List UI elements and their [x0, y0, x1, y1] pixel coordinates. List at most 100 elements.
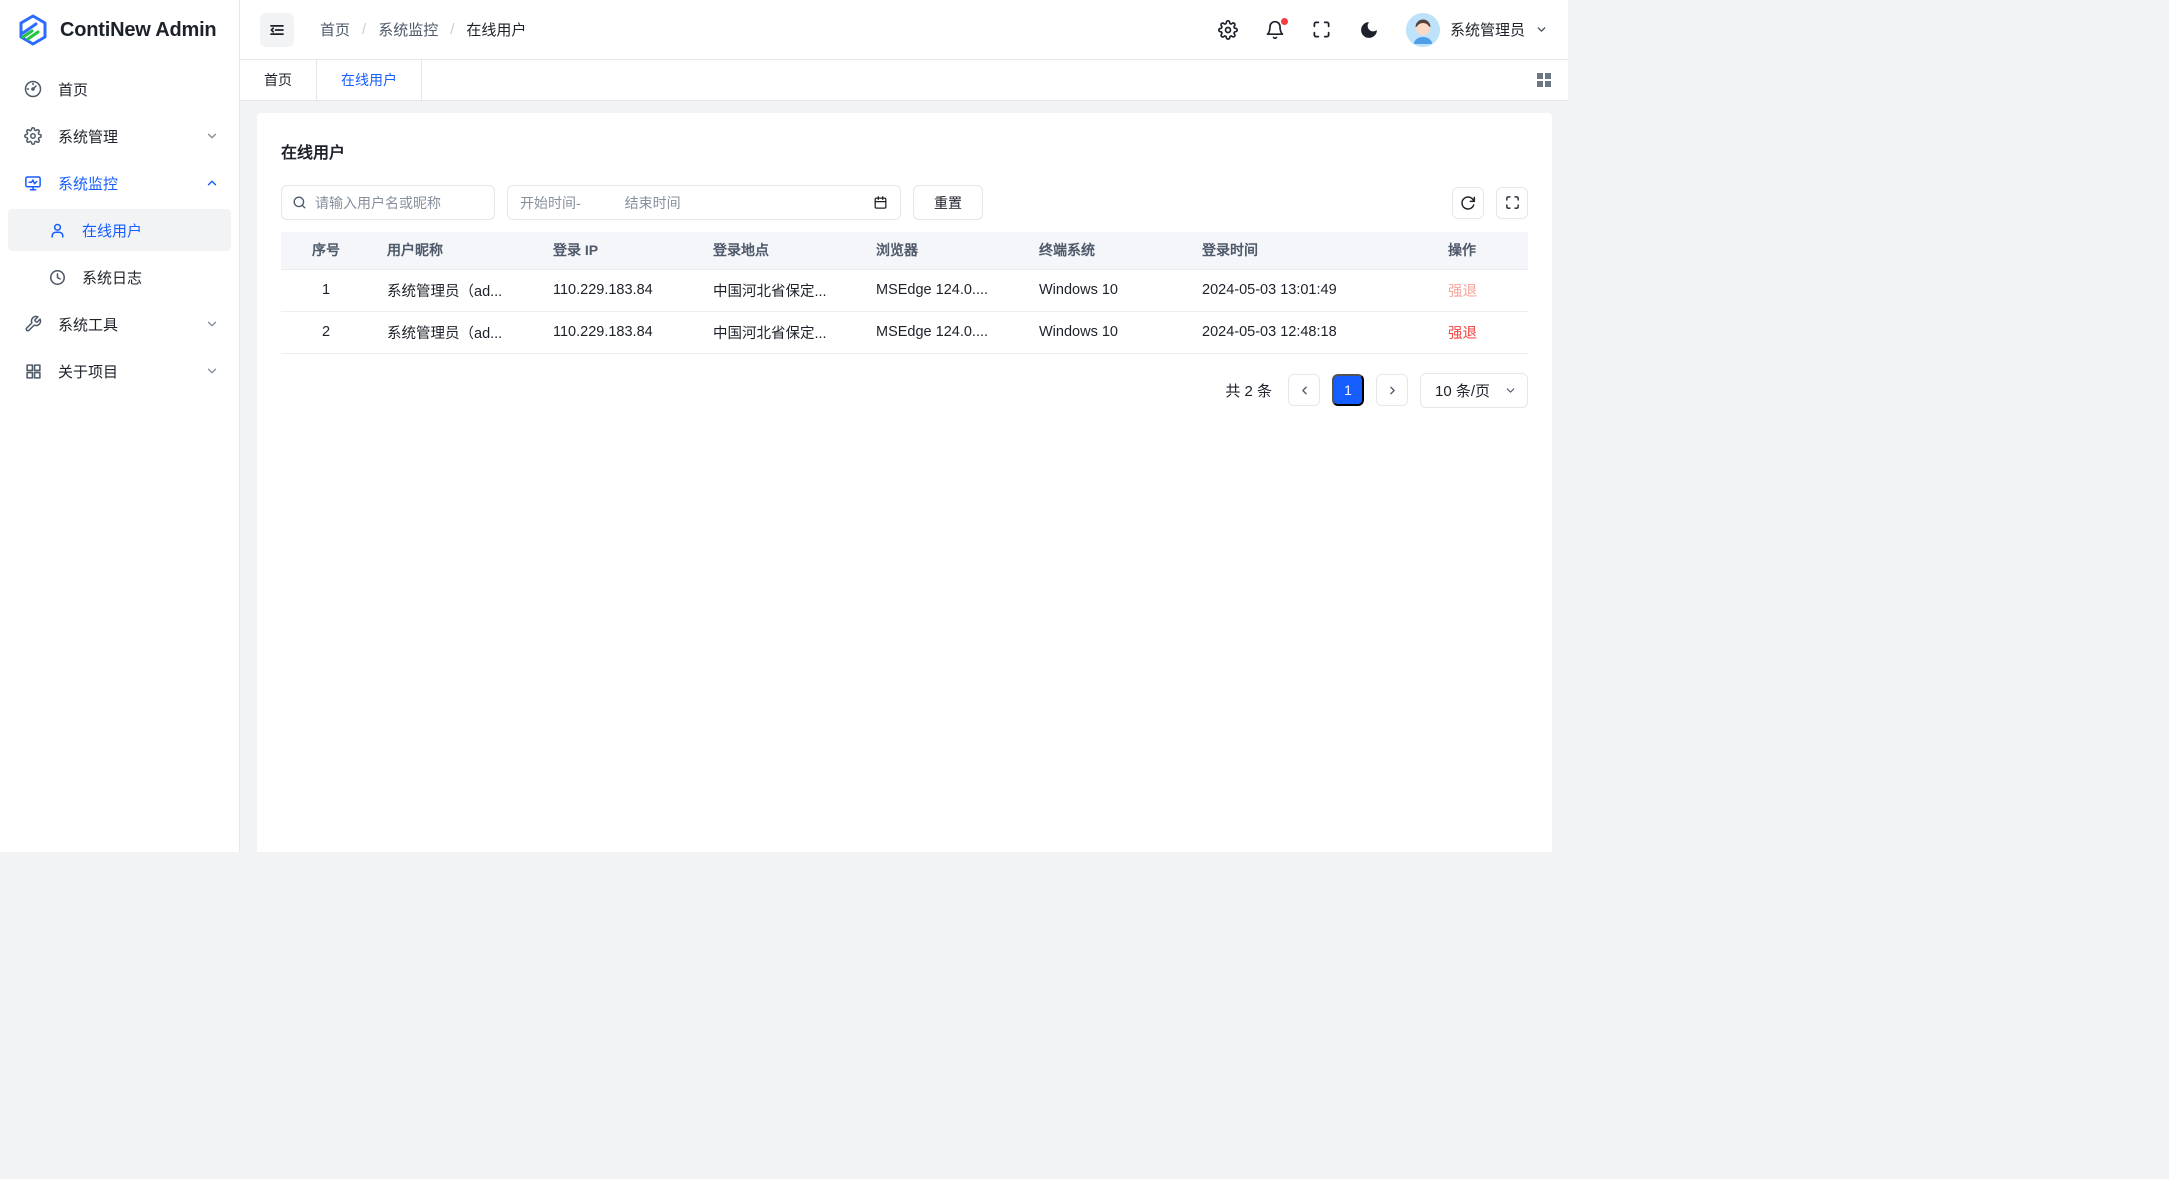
fullscreen-icon[interactable] — [1312, 20, 1332, 40]
notification-bell-icon[interactable] — [1265, 20, 1285, 40]
logo-icon — [16, 13, 50, 47]
app-title: ContiNew Admin — [60, 19, 216, 42]
reset-button[interactable]: 重置 — [913, 185, 983, 220]
cell-location: 中国河北省保定... — [697, 311, 860, 353]
user-icon — [48, 221, 66, 239]
page-title: 在线用户 — [281, 139, 1528, 163]
breadcrumb-item-online-users: 在线用户 — [466, 19, 526, 40]
column-header-os: 终端系统 — [1023, 232, 1186, 269]
search-icon — [292, 195, 307, 210]
chevron-down-icon — [1504, 384, 1517, 397]
sidebar-item-system-monitor[interactable]: 系统监控 — [8, 162, 231, 204]
user-menu[interactable]: 系统管理员 — [1406, 13, 1548, 47]
date-range-separator: - — [576, 195, 581, 211]
filter-toolbar: 请输入用户名或昵称 开始时间 - 结束时间 重置 — [281, 185, 1528, 220]
sidebar-collapse-button[interactable] — [260, 13, 294, 47]
clock-icon — [48, 268, 66, 286]
dark-mode-moon-icon[interactable] — [1359, 20, 1379, 40]
chevron-up-icon — [205, 176, 219, 190]
tab-label: 首页 — [264, 70, 292, 90]
online-users-table: 序号 用户昵称 登录 IP 登录地点 浏览器 终端系统 登录时间 操作 1 — [281, 232, 1528, 354]
main-area: 首页 / 系统监控 / 在线用户 — [240, 0, 1568, 852]
cell-login-time: 2024-05-03 13:01:49 — [1186, 269, 1432, 311]
cell-location: 中国河北省保定... — [697, 269, 860, 311]
grid-icon — [24, 362, 42, 380]
cell-browser: MSEdge 124.0.... — [860, 311, 1023, 353]
pagination: 共 2 条 1 10 条/页 — [281, 373, 1528, 408]
column-header-ip: 登录 IP — [537, 232, 697, 269]
tab-online-users[interactable]: 在线用户 — [317, 60, 422, 100]
sidebar-item-system-tools[interactable]: 系统工具 — [8, 303, 231, 345]
end-date-placeholder: 结束时间 — [625, 193, 873, 213]
chevron-down-icon — [205, 317, 219, 331]
force-logout-link[interactable]: 强退 — [1448, 326, 1477, 342]
user-name: 系统管理员 — [1450, 19, 1525, 40]
column-header-nickname: 用户昵称 — [371, 232, 537, 269]
pagination-total: 共 2 条 — [1225, 380, 1272, 401]
sidebar-item-about-project[interactable]: 关于项目 — [8, 350, 231, 392]
pagination-page-1[interactable]: 1 — [1332, 374, 1364, 406]
cell-ip: 110.229.183.84 — [537, 269, 697, 311]
column-header-login-time: 登录时间 — [1186, 232, 1432, 269]
chevron-down-icon — [205, 129, 219, 143]
dashboard-icon — [24, 80, 42, 98]
breadcrumb-item-system-monitor[interactable]: 系统监控 — [378, 19, 438, 40]
table-fullscreen-button[interactable] — [1496, 187, 1528, 219]
sidebar-nav: 首页 系统管理 系统监控 — [0, 60, 239, 397]
tab-label: 在线用户 — [341, 70, 397, 90]
cell-nickname: 系统管理员（ad... — [371, 269, 537, 311]
column-header-actions: 操作 — [1432, 232, 1528, 269]
pagination-prev-button[interactable] — [1288, 374, 1320, 406]
table-row: 1 系统管理员（ad... 110.229.183.84 中国河北省保定... … — [281, 269, 1528, 311]
column-header-location: 登录地点 — [697, 232, 860, 269]
gear-icon — [24, 127, 42, 145]
sidebar-item-label: 系统工具 — [58, 314, 205, 335]
column-header-index: 序号 — [281, 232, 371, 269]
breadcrumb-separator: / — [362, 21, 366, 38]
online-users-card: 在线用户 请输入用户名或昵称 开始时间 - 结束时间 — [257, 113, 1552, 852]
sidebar-item-system-log[interactable]: 系统日志 — [8, 256, 231, 298]
monitor-icon — [24, 174, 42, 192]
breadcrumb-item-home[interactable]: 首页 — [320, 19, 350, 40]
topbar-actions: 系统管理员 — [1218, 13, 1548, 47]
page-size-select[interactable]: 10 条/页 — [1420, 373, 1528, 408]
sidebar-item-label: 关于项目 — [58, 361, 205, 382]
date-range-picker[interactable]: 开始时间 - 结束时间 — [507, 185, 901, 220]
cell-os: Windows 10 — [1023, 311, 1186, 353]
cell-browser: MSEdge 124.0.... — [860, 269, 1023, 311]
page-size-value: 10 条/页 — [1435, 380, 1490, 401]
tab-home[interactable]: 首页 — [240, 60, 317, 100]
table-row: 2 系统管理员（ad... 110.229.183.84 中国河北省保定... … — [281, 311, 1528, 353]
settings-gear-icon[interactable] — [1218, 20, 1238, 40]
pagination-next-button[interactable] — [1376, 374, 1408, 406]
cell-index: 2 — [281, 311, 371, 353]
sidebar: ContiNew Admin 首页 系统管理 — [0, 0, 240, 852]
sidebar-item-online-users[interactable]: 在线用户 — [8, 209, 231, 251]
breadcrumb-separator: / — [450, 21, 454, 38]
column-header-browser: 浏览器 — [860, 232, 1023, 269]
calendar-icon — [873, 195, 888, 210]
sidebar-item-label: 在线用户 — [82, 220, 142, 241]
search-input[interactable]: 请输入用户名或昵称 — [281, 185, 495, 220]
cell-login-time: 2024-05-03 12:48:18 — [1186, 311, 1432, 353]
app-logo[interactable]: ContiNew Admin — [0, 0, 239, 60]
table-header-row: 序号 用户昵称 登录 IP 登录地点 浏览器 终端系统 登录时间 操作 — [281, 232, 1528, 269]
topbar: 首页 / 系统监控 / 在线用户 — [240, 0, 1568, 60]
cell-os: Windows 10 — [1023, 269, 1186, 311]
notification-badge — [1281, 18, 1288, 25]
content-area: 在线用户 请输入用户名或昵称 开始时间 - 结束时间 — [240, 101, 1568, 852]
sidebar-item-system-management[interactable]: 系统管理 — [8, 115, 231, 157]
cell-index: 1 — [281, 269, 371, 311]
start-date-placeholder: 开始时间 — [520, 193, 576, 213]
sidebar-item-home[interactable]: 首页 — [8, 68, 231, 110]
breadcrumb: 首页 / 系统监控 / 在线用户 — [320, 19, 526, 40]
tab-actions-grid-icon[interactable] — [1520, 60, 1568, 100]
chevron-down-icon — [205, 364, 219, 378]
avatar — [1406, 13, 1440, 47]
sidebar-item-label: 系统监控 — [58, 173, 205, 194]
tabbar-spacer — [422, 60, 1520, 100]
tab-bar: 首页 在线用户 — [240, 60, 1568, 101]
sidebar-item-label: 首页 — [58, 79, 219, 100]
refresh-button[interactable] — [1452, 187, 1484, 219]
cell-nickname: 系统管理员（ad... — [371, 311, 537, 353]
